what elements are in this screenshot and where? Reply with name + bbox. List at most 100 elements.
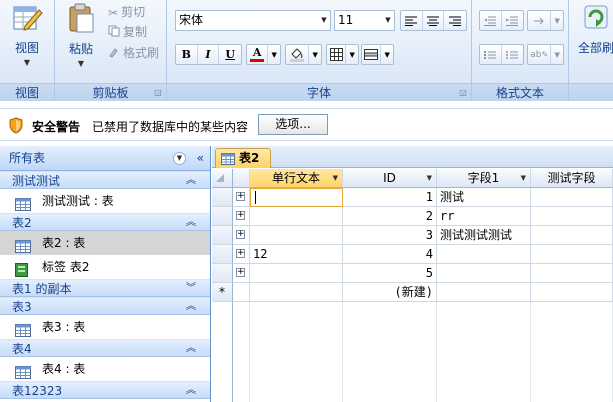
nav-group-header[interactable]: 表12323 ︽ [0, 381, 210, 399]
table-cell[interactable] [250, 226, 343, 245]
row-selector[interactable] [212, 264, 233, 283]
table-cell[interactable]: 12 [250, 245, 343, 264]
nav-item[interactable]: 测试测试 : 表 [0, 189, 210, 213]
font-color-button[interactable]: A ▼ [246, 44, 281, 65]
table-cell[interactable] [531, 264, 613, 283]
alternate-fill-button[interactable]: ▼ [361, 44, 394, 65]
double-chevron-up-icon[interactable]: ︽ [186, 298, 196, 316]
column-header[interactable]: 单行文本 ▼ [250, 169, 343, 188]
expand-plus-icon[interactable]: + [236, 192, 245, 201]
nav-group-header[interactable]: 表1 的副本 ︾ [0, 279, 210, 297]
nav-item[interactable]: 标签 表2 [0, 255, 210, 279]
chevron-down-icon[interactable]: ▼ [382, 11, 394, 30]
increase-indent-button[interactable] [502, 11, 523, 30]
double-chevron-up-icon[interactable]: ︽ [186, 172, 196, 190]
fill-color-button[interactable]: ▼ [285, 44, 322, 65]
expand-plus-icon[interactable]: + [236, 211, 245, 220]
decrease-indent-button[interactable] [480, 11, 502, 30]
table-cell[interactable]: rr [437, 207, 531, 226]
nav-item[interactable]: 表4 : 表 [0, 357, 210, 381]
double-chevron-up-icon[interactable]: ︽ [186, 214, 196, 232]
align-center-button[interactable] [423, 11, 445, 30]
gridlines-button[interactable]: ▼ [326, 44, 359, 65]
paste-button[interactable]: 粘贴 ▼ [61, 2, 101, 68]
new-record-selector[interactable]: * [212, 283, 233, 302]
double-chevron-up-icon[interactable]: ︽ [186, 382, 196, 400]
expand-plus-icon[interactable]: + [236, 268, 245, 277]
nav-item[interactable]: 表2 : 表 [0, 231, 210, 255]
chevron-down-icon[interactable]: ▼ [346, 45, 358, 64]
nav-pane-header[interactable]: 所有表 ▼ « [0, 146, 210, 171]
table-cell[interactable]: 4 [343, 245, 437, 264]
chevron-down-icon[interactable]: ▼ [427, 169, 432, 187]
table-cell[interactable] [531, 283, 613, 302]
table-cell[interactable] [250, 188, 343, 207]
column-header[interactable]: 测试字段 [531, 169, 613, 188]
clipboard-launcher-icon[interactable]: ◲ [153, 88, 163, 98]
table-cell[interactable]: 1 [343, 188, 437, 207]
italic-button[interactable]: I [198, 45, 220, 64]
nav-group-header[interactable]: 表2 ︽ [0, 213, 210, 231]
nav-group-header[interactable]: 表4 ︽ [0, 339, 210, 357]
select-all-corner[interactable] [212, 169, 233, 188]
expand-plus-icon[interactable]: + [236, 249, 245, 258]
column-header[interactable]: ID ▼ [343, 169, 437, 188]
copy-button[interactable]: 复制 [108, 23, 147, 41]
double-chevron-left-icon[interactable]: « [197, 146, 204, 170]
paragraph-direction-button[interactable]: ▼ [527, 10, 564, 31]
table-cell[interactable] [531, 188, 613, 207]
chevron-down-icon[interactable]: ▼ [173, 152, 186, 165]
chevron-down-icon[interactable]: ▼ [521, 169, 526, 187]
table-cell[interactable] [437, 245, 531, 264]
table-cell[interactable] [250, 264, 343, 283]
refresh-all-button[interactable]: 全部刷 [573, 2, 613, 56]
table-cell[interactable]: (新建) [343, 283, 437, 302]
table-cell[interactable] [437, 283, 531, 302]
align-right-button[interactable] [444, 11, 466, 30]
bold-button[interactable]: B [176, 45, 198, 64]
chevron-down-icon[interactable]: ▼ [551, 11, 563, 30]
tab-table2[interactable]: 表2 [215, 148, 271, 168]
column-header[interactable]: 字段1 ▼ [437, 169, 531, 188]
chevron-down-icon[interactable]: ▼ [268, 45, 280, 64]
chevron-down-icon[interactable]: ▼ [381, 45, 393, 64]
cut-button[interactable]: ✂ 剪切 [108, 3, 145, 21]
table-cell[interactable] [531, 207, 613, 226]
table-cell[interactable]: 测试测试测试 [437, 226, 531, 245]
row-selector[interactable] [212, 207, 233, 226]
row-selector[interactable] [212, 188, 233, 207]
double-chevron-up-icon[interactable]: ︽ [186, 340, 196, 358]
table-cell[interactable] [531, 245, 613, 264]
expand-plus-icon[interactable]: + [236, 230, 245, 239]
font-name-combo[interactable]: 宋体 ▼ [175, 10, 331, 31]
chevron-down-icon[interactable]: ▼ [551, 45, 563, 64]
underline-button[interactable]: U [219, 45, 241, 64]
font-size-combo[interactable]: 11 ▼ [334, 10, 395, 31]
highlight-button[interactable]: ab ✎ ▼ [527, 44, 564, 65]
table-cell[interactable] [233, 283, 250, 302]
nav-item[interactable]: 表3 : 表 [0, 315, 210, 339]
nav-group-header[interactable]: 表3 ︽ [0, 297, 210, 315]
chevron-down-icon[interactable]: ▼ [333, 169, 338, 187]
chevron-down-icon[interactable]: ▼ [309, 45, 321, 64]
align-left-button[interactable] [401, 11, 423, 30]
options-button[interactable]: 选项... [258, 114, 328, 135]
row-selector[interactable] [212, 226, 233, 245]
table-cell[interactable] [531, 226, 613, 245]
table-cell[interactable]: 2 [343, 207, 437, 226]
table-cell[interactable] [437, 264, 531, 283]
bullet-list-button[interactable] [502, 45, 523, 64]
table-cell[interactable]: 5 [343, 264, 437, 283]
font-launcher-icon[interactable]: ◲ [458, 88, 468, 98]
table-cell[interactable]: 测试 [437, 188, 531, 207]
row-selector[interactable] [212, 245, 233, 264]
numbered-list-button[interactable] [480, 45, 502, 64]
double-chevron-down-icon[interactable]: ︾ [186, 280, 196, 298]
table-cell[interactable] [250, 283, 343, 302]
table-cell[interactable] [250, 207, 343, 226]
view-button[interactable]: 视图 ▼ [4, 2, 50, 67]
table-cell[interactable]: 3 [343, 226, 437, 245]
format-painter-button[interactable]: 格式刷 [108, 44, 159, 62]
nav-group-header[interactable]: 测试测试 ︽ [0, 171, 210, 189]
chevron-down-icon[interactable]: ▼ [318, 11, 330, 30]
